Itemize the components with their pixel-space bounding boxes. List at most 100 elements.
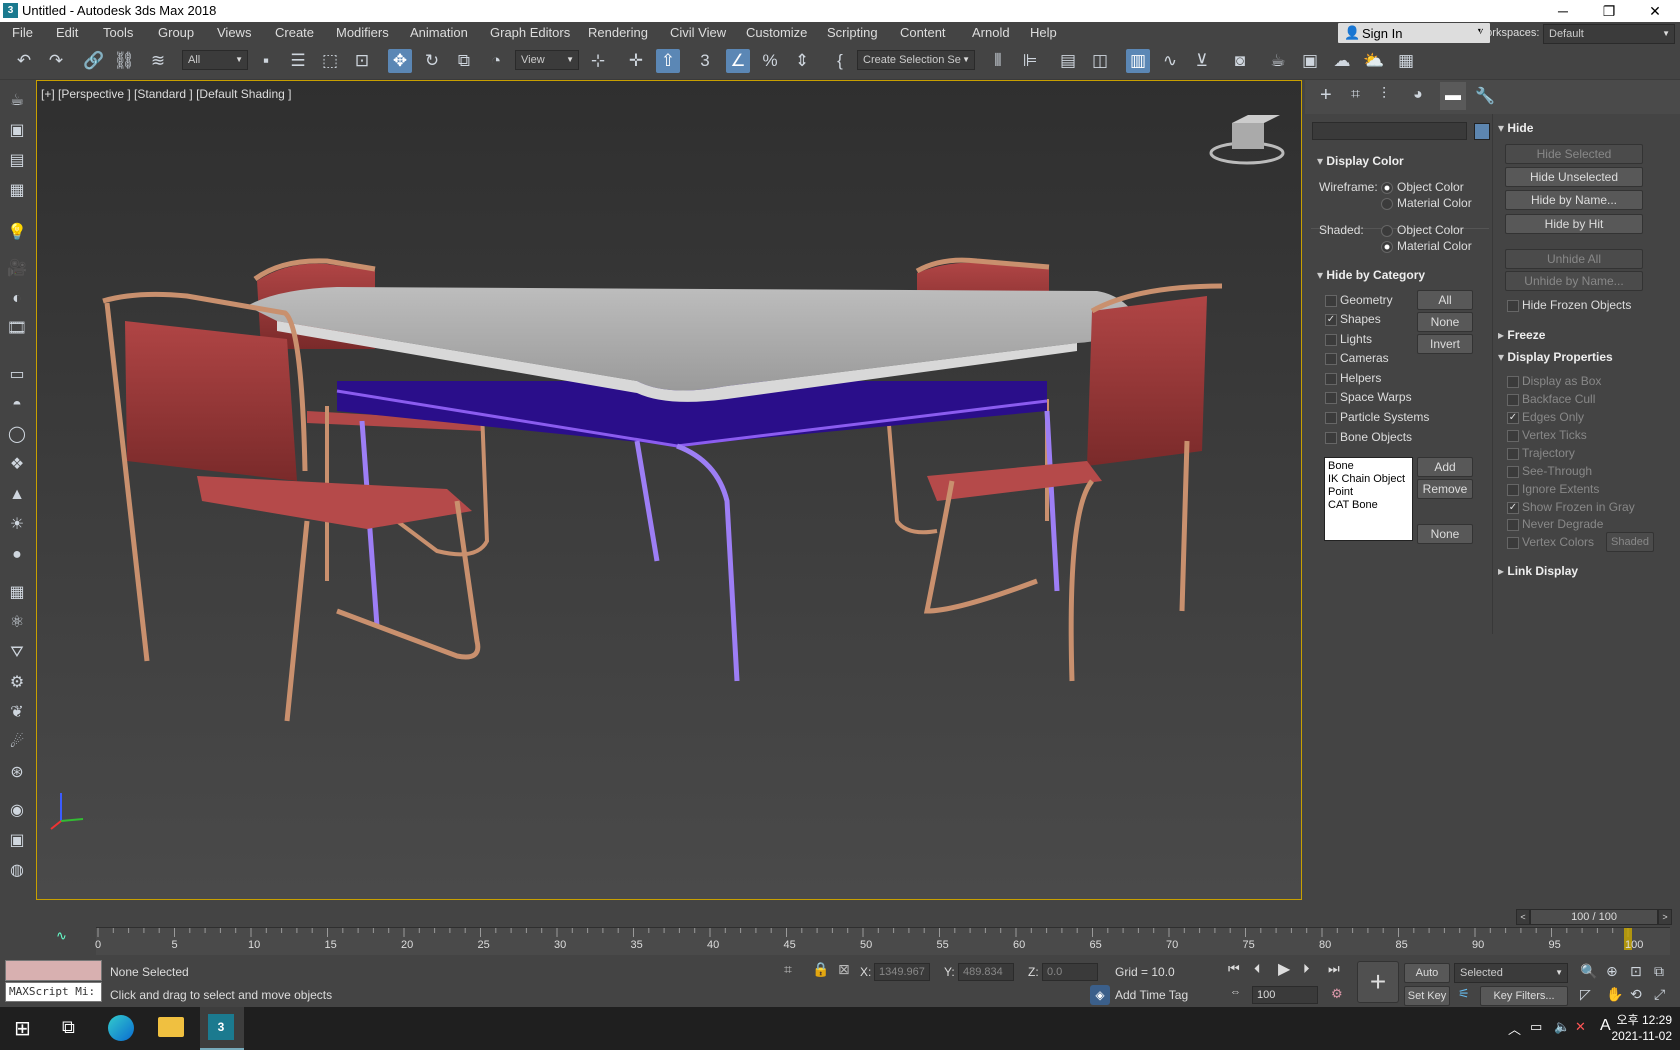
hemisphere-icon[interactable]: ◓ [4,392,30,418]
select-and-scale-icon[interactable]: ⧉ [452,49,476,73]
angle-snap-icon[interactable]: ∠ [726,49,750,73]
display-color-header[interactable]: Display Color [1317,154,1403,168]
add-button[interactable]: Add [1417,457,1473,477]
schematic-view-icon[interactable]: ⊻ [1190,49,1214,73]
y-coordinate-field[interactable]: 489.834 [958,963,1014,981]
gear-icon[interactable]: ⚙ [4,670,30,696]
edit-named-selection-icon[interactable]: { [828,49,852,73]
align-icon[interactable]: ⊫ [1018,49,1042,73]
reference-coordinate-dropdown[interactable]: View [515,50,579,70]
alert-icon[interactable]: ✕ [1575,1019,1586,1035]
freeze-header[interactable]: Freeze [1498,328,1545,342]
zoom-extents-all-icon[interactable]: ⧉ [1654,963,1664,980]
absolute-mode-icon[interactable]: ⊠ [838,961,850,978]
sound-icon[interactable]: ◐ [4,286,30,312]
select-and-place-icon[interactable]: ◔ [484,49,508,73]
tray-chevron-icon[interactable]: ︿ [1508,1019,1521,1038]
sun-icon[interactable]: ☀ [4,512,30,538]
key-filter-icon[interactable]: ⚟ [1458,986,1470,1002]
list-item[interactable]: Point [1328,486,1409,499]
hide-header[interactable]: Hide [1498,121,1533,135]
curve-editor-icon[interactable]: ∿ [1158,49,1182,73]
utilities-tab-icon[interactable]: 🔧 [1475,86,1495,106]
menu-rendering[interactable]: Rendering [588,25,648,40]
hedra-icon[interactable]: ❖ [4,452,30,478]
key-mode-icon[interactable]: ⇔ [1230,986,1241,998]
hide-selected-button[interactable]: Hide Selected [1505,144,1643,164]
menu-civil-view[interactable]: Civil View [670,25,726,40]
prev-frame-arrow-icon[interactable]: < [1516,909,1530,925]
percent-snap-icon[interactable]: % [758,49,782,73]
bone-objects-checkbox[interactable]: Bone Objects [1325,430,1412,444]
shaded-button[interactable]: Shaded [1606,532,1654,552]
list-item[interactable]: Bone [1328,460,1409,473]
remove-button[interactable]: Remove [1417,479,1473,499]
menu-content[interactable]: Content [900,25,946,40]
render-setup-icon[interactable]: ☕ [1266,49,1290,73]
curve-editor-toggle-icon[interactable]: ∿ [56,928,67,944]
display-as-box-checkbox[interactable]: Display as Box [1507,374,1601,388]
see-through-checkbox[interactable]: See-Through [1507,464,1592,478]
light-bulb-icon[interactable]: 💡 [4,220,30,246]
menu-create[interactable]: Create [275,25,314,40]
teapot-icon[interactable]: ☕ [4,88,30,114]
object-name-field[interactable] [1312,122,1467,140]
geometry-checkbox[interactable]: Geometry [1325,293,1393,307]
orbit-icon[interactable]: ⟲ [1630,986,1642,1003]
network-icon[interactable]: ▭ [1530,1019,1542,1035]
menu-graph-editors[interactable]: Graph Editors [490,25,570,40]
hide-by-name-button[interactable]: Hide by Name... [1505,190,1643,210]
list-item[interactable]: IK Chain Object [1328,473,1409,486]
shaded-material-color-radio[interactable]: Material Color [1381,239,1472,253]
add-time-tag[interactable]: Add Time Tag [1115,988,1188,1002]
mirror-icon[interactable]: ⫴ [986,49,1010,73]
auto-key-button[interactable]: Auto Key [1404,963,1450,997]
sphere-icon[interactable]: ● [4,542,30,568]
set-keys-icon[interactable]: + [1357,961,1399,1003]
object-color-swatch[interactable] [1474,123,1490,140]
snaps-toggle-icon[interactable]: 3 [693,49,717,73]
maximize-button[interactable]: ❐ [1586,0,1632,22]
pan-view-icon[interactable]: ✋ [1606,986,1623,1003]
spinner-snap-icon[interactable]: ⇕ [790,49,814,73]
prev-frame-icon[interactable]: ⏴ [1254,961,1261,977]
menu-tools[interactable]: Tools [103,25,133,40]
undo-icon[interactable]: ↶ [12,49,36,73]
material-editor-icon[interactable]: ◙ [1228,49,1252,73]
plane-icon[interactable]: ▭ [4,362,30,388]
menu-customize[interactable]: Customize [746,25,807,40]
render-production-icon[interactable]: ☁ [1330,49,1354,73]
display-tab-icon[interactable]: ▬ [1440,82,1466,110]
show-frozen-in-gray-checkbox[interactable]: Show Frozen in Gray [1507,500,1635,514]
category-list[interactable]: Bone IK Chain Object Point CAT Bone [1324,457,1413,541]
zoom-icon[interactable]: 🔍 [1580,963,1597,980]
menu-edit[interactable]: Edit [56,25,78,40]
goto-end-icon[interactable]: ⏭ [1328,961,1340,977]
redo-icon[interactable]: ↷ [44,49,68,73]
keyboard-shortcut-override-icon[interactable]: ⇧ [656,49,680,73]
link-display-header[interactable]: Link Display [1498,564,1578,578]
current-frame-field[interactable]: 100 [1252,986,1318,1004]
a360-gallery-icon[interactable]: ▦ [1394,49,1418,73]
menu-arnold[interactable]: Arnold [972,25,1010,40]
film-icon[interactable]: 🎞 [4,316,30,342]
unhide-by-name-button[interactable]: Unhide by Name... [1505,271,1643,291]
maxscript-listener[interactable] [5,960,102,981]
key-filters-button[interactable]: Key Filters... [1480,986,1568,1006]
rendered-frame-window-icon[interactable]: ▣ [1298,49,1322,73]
unhide-all-button[interactable]: Unhide All [1505,249,1643,269]
display-properties-header[interactable]: Display Properties [1498,350,1612,364]
time-tag-icon[interactable]: ◈ [1090,985,1110,1005]
sign-in-dropdown[interactable]: 👤 Sign In ▼ [1338,23,1490,43]
material-sphere-icon[interactable]: ◉ [4,798,30,824]
next-frame-arrow-icon[interactable]: > [1658,909,1672,925]
zoom-extents-icon[interactable]: ⊡ [1630,963,1642,980]
never-degrade-checkbox[interactable]: Never Degrade [1507,517,1603,531]
x-coordinate-field[interactable]: 1349.967 [874,963,930,981]
backface-cull-checkbox[interactable]: Backface Cull [1507,392,1595,406]
helpers-checkbox[interactable]: Helpers [1325,371,1381,385]
cone-icon[interactable]: ▲ [4,482,30,508]
cloth-icon[interactable]: ⊛ [4,760,30,786]
render-icon[interactable]: ▣ [4,118,30,144]
scene-explorer-icon[interactable]: ▤ [1056,49,1080,73]
